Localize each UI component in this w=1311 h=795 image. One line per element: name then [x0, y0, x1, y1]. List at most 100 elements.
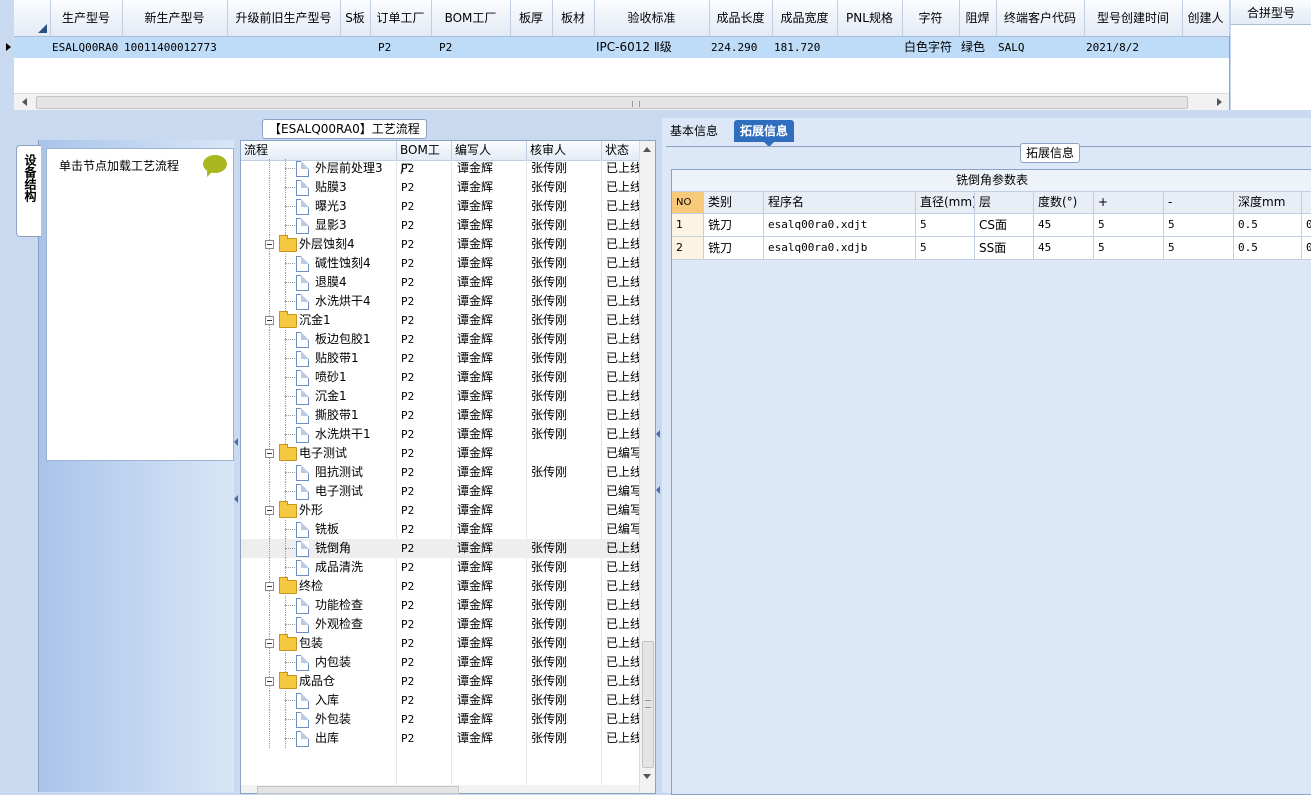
cell-order-factory[interactable]: P2 — [378, 37, 437, 58]
cell-material[interactable] — [554, 37, 594, 58]
param-cell-minus[interactable]: 5 — [1164, 214, 1234, 236]
merge-model-header[interactable]: 合拼型号 — [1231, 0, 1311, 25]
param-cell-depth[interactable]: 0.5 — [1234, 214, 1302, 236]
param-col[interactable]: + — [1094, 192, 1164, 213]
tree-row[interactable]: 沉金1 P2 谭金辉 张传刚 已上线 — [241, 311, 639, 330]
tree-row[interactable]: 外观检查 P2 谭金辉 张传刚 已上线 — [241, 615, 639, 634]
param-cell-no[interactable]: 2 — [672, 237, 704, 259]
param-col[interactable]: 程序名 — [764, 192, 916, 213]
collapse-toggle-icon[interactable] — [265, 639, 274, 648]
tree-row[interactable]: 撕胶带1 P2 谭金辉 张传刚 已上线 — [241, 406, 639, 425]
param-col[interactable]: NO — [672, 192, 704, 213]
param-cell-depth[interactable]: 0.5 — [1234, 237, 1302, 259]
param-cell-degree[interactable]: 45 — [1034, 214, 1094, 236]
collapse-toggle-icon[interactable] — [265, 240, 274, 249]
tree-row[interactable]: 成品仓 P2 谭金辉 张传刚 已上线 — [241, 672, 639, 691]
tree-row[interactable]: 铣板 P2 谭金辉 已编写 — [241, 520, 639, 539]
tree-row[interactable]: 阻抗测试 P2 谭金辉 张传刚 已上线 — [241, 463, 639, 482]
col-character[interactable]: 字符 — [902, 0, 960, 36]
col-creator[interactable]: 创建人 — [1182, 0, 1230, 36]
tree-row[interactable]: 入库 P2 谭金辉 张传刚 已上线 — [241, 691, 639, 710]
scroll-thumb[interactable] — [642, 641, 654, 768]
scroll-left-icon[interactable] — [22, 98, 27, 106]
tree-row[interactable]: 退膜4 P2 谭金辉 张传刚 已上线 — [241, 273, 639, 292]
cell-standard[interactable]: IPC-6012 Ⅱ级 — [596, 37, 709, 58]
tree-row[interactable]: 贴胶带1 P2 谭金辉 张传刚 已上线 — [241, 349, 639, 368]
col-old-model[interactable]: 升级前旧生产型号 — [227, 0, 341, 36]
col-production-model[interactable]: 生产型号 — [50, 0, 123, 36]
col-standard[interactable]: 验收标准 — [594, 0, 710, 36]
tree-row[interactable]: 电子测试 P2 谭金辉 已编写 — [241, 482, 639, 501]
param-cell-minus[interactable]: 5 — [1164, 237, 1234, 259]
tree-row[interactable]: 曝光3 P2 谭金辉 张传刚 已上线 — [241, 197, 639, 216]
collapse-left-icon[interactable] — [234, 438, 238, 446]
tree-row[interactable]: 贴膜3 P2 谭金辉 张传刚 已上线 — [241, 178, 639, 197]
param-col[interactable] — [1302, 192, 1311, 213]
select-all-corner[interactable] — [14, 0, 51, 36]
cell-length[interactable]: 224.290 — [711, 37, 772, 58]
param-col[interactable]: 层 — [975, 192, 1034, 213]
collapse-left-icon[interactable] — [656, 430, 660, 438]
tree-row[interactable]: 成品清洗 P2 谭金辉 张传刚 已上线 — [241, 558, 639, 577]
param-col[interactable]: 类别 — [704, 192, 764, 213]
tree-row[interactable]: 水洗烘干1 P2 谭金辉 张传刚 已上线 — [241, 425, 639, 444]
param-cell-category[interactable]: 铣刀 — [704, 214, 764, 236]
tree-row[interactable]: 内包装 P2 谭金辉 张传刚 已上线 — [241, 653, 639, 672]
tree-row[interactable]: 包装 P2 谭金辉 张传刚 已上线 — [241, 634, 639, 653]
scroll-up-icon[interactable] — [643, 147, 651, 152]
scroll-right-icon[interactable] — [1217, 98, 1222, 106]
cell-customer-code[interactable]: SALQ — [998, 37, 1084, 58]
col-width[interactable]: 成品宽度 — [772, 0, 838, 36]
cell-creator[interactable] — [1184, 37, 1229, 58]
tab-basic-info[interactable]: 基本信息 — [664, 120, 724, 142]
tab-equipment-structure[interactable]: 设备结构 — [16, 145, 41, 237]
param-row[interactable]: 1铣刀esalq00ra0.xdjt5CS面45550.50 — [672, 214, 1311, 237]
collapse-left-icon[interactable] — [656, 486, 660, 494]
col-order-factory[interactable]: 订单工厂 — [370, 0, 432, 36]
cell-old-model[interactable] — [229, 37, 340, 58]
tree-row[interactable]: 显影3 P2 谭金辉 张传刚 已上线 — [241, 216, 639, 235]
cell-pnl-spec[interactable] — [839, 37, 902, 58]
param-cell-plus[interactable]: 5 — [1094, 237, 1164, 259]
tab-extended-info[interactable]: 拓展信息 — [734, 120, 795, 147]
col-customer-code[interactable]: 终端客户代码 — [996, 0, 1085, 36]
param-cell-diameter[interactable]: 5 — [916, 214, 975, 236]
param-cell-program[interactable]: esalq00ra0.xdjb — [764, 237, 916, 259]
col-length[interactable]: 成品长度 — [709, 0, 773, 36]
param-cell-degree[interactable]: 45 — [1034, 237, 1094, 259]
param-cell-extra[interactable]: 0 — [1302, 214, 1311, 236]
collapse-toggle-icon[interactable] — [265, 449, 274, 458]
col-bom-factory[interactable]: BOM工厂 — [431, 0, 511, 36]
col-new-model[interactable]: 新生产型号 — [122, 0, 228, 36]
tree-row[interactable]: 沉金1 P2 谭金辉 张传刚 已上线 — [241, 387, 639, 406]
tree-row[interactable]: 外层前处理3 P2 谭金辉 张传刚 已上线 — [241, 159, 639, 178]
tree-row[interactable]: 外包装 P2 谭金辉 张传刚 已上线 — [241, 710, 639, 729]
cell-production-model[interactable]: ESALQ00RA0 — [52, 37, 122, 58]
param-col[interactable]: 直径(mm) — [916, 192, 975, 213]
collapse-toggle-icon[interactable] — [265, 582, 274, 591]
tree-row[interactable]: 水洗烘干4 P2 谭金辉 张传刚 已上线 — [241, 292, 639, 311]
right-splitter[interactable] — [656, 118, 661, 792]
cell-width[interactable]: 181.720 — [774, 37, 837, 58]
collapse-toggle-icon[interactable] — [265, 677, 274, 686]
collapse-left-icon[interactable] — [234, 495, 238, 503]
cell-solder-mask[interactable]: 绿色 — [961, 37, 996, 58]
scroll-thumb[interactable] — [36, 96, 1188, 109]
param-col[interactable]: 深度mm — [1234, 192, 1302, 213]
param-row[interactable]: 2铣刀esalq00ra0.xdjb5SS面45550.50 — [672, 237, 1311, 260]
tree-row[interactable]: 外层蚀刻4 P2 谭金辉 张传刚 已上线 — [241, 235, 639, 254]
param-cell-program[interactable]: esalq00ra0.xdjt — [764, 214, 916, 236]
tree-row[interactable]: 外形 P2 谭金辉 已编写 — [241, 501, 639, 520]
col-s-board[interactable]: S板 — [340, 0, 371, 36]
collapse-toggle-icon[interactable] — [265, 316, 274, 325]
param-cell-diameter[interactable]: 5 — [916, 237, 975, 259]
col-pnl-spec[interactable]: PNL规格 — [837, 0, 903, 36]
col-thickness[interactable]: 板厚 — [510, 0, 553, 36]
scroll-down-icon[interactable] — [643, 774, 651, 779]
param-cell-extra[interactable]: 0 — [1302, 237, 1311, 259]
tree-row[interactable]: 碱性蚀刻4 P2 谭金辉 张传刚 已上线 — [241, 254, 639, 273]
tree-row[interactable]: 终检 P2 谭金辉 张传刚 已上线 — [241, 577, 639, 596]
cell-character[interactable]: 白色字符 — [904, 37, 959, 58]
param-col[interactable]: - — [1164, 192, 1234, 213]
tree-row[interactable]: 铣倒角 P2 谭金辉 张传刚 已上线 — [241, 539, 639, 558]
